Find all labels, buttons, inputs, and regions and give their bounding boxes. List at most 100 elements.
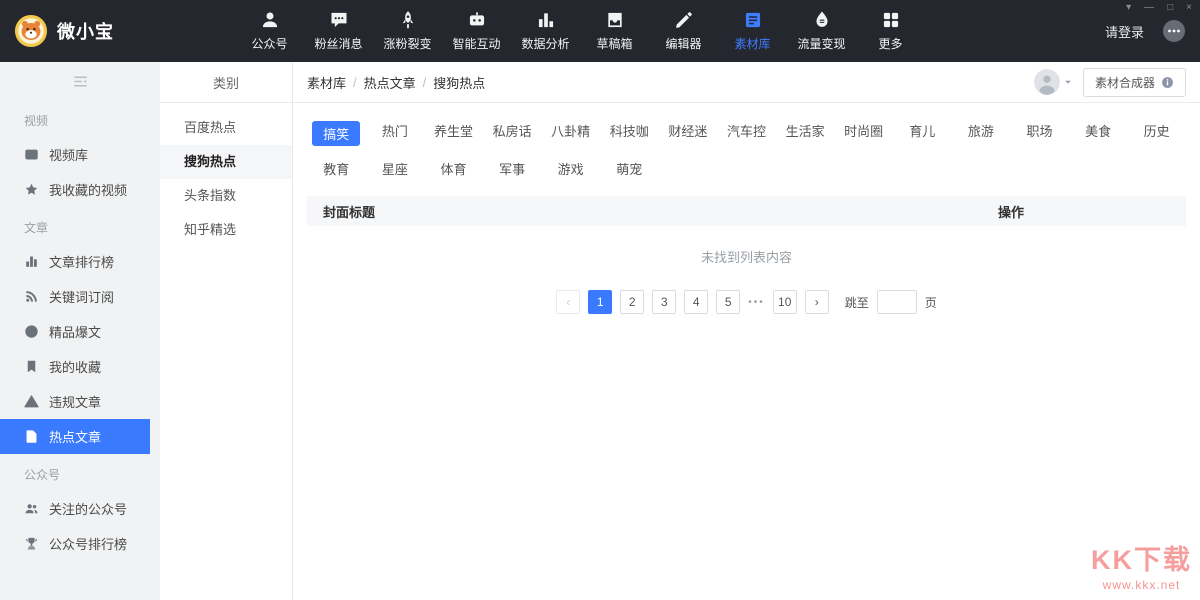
tag-item[interactable]: 星座	[382, 159, 408, 178]
window-menu-icon[interactable]: ▾	[1126, 2, 1131, 14]
page-button-10[interactable]: 10	[773, 290, 797, 314]
category-item-zhihu-picks[interactable]: 知乎精选	[160, 213, 292, 247]
tag-item[interactable]: 热门	[382, 121, 408, 146]
topbar: 微小宝 公众号 粉丝消息 涨粉裂变 智能互动 数据分析 草稿箱 编辑器	[0, 0, 1200, 62]
material-composer-button[interactable]: 素材合成器	[1083, 68, 1186, 97]
sidebar-item-followed-accounts[interactable]: 关注的公众号	[0, 491, 160, 526]
sidebar-section-accounts: 公众号	[0, 454, 160, 491]
tag-item[interactable]: 军事	[499, 159, 525, 178]
bar-chart-icon	[536, 10, 556, 30]
workspace: 视频 视频库 我收藏的视频 文章 文章排行榜 关键词订阅 精品爆文 我的收藏	[0, 62, 1200, 600]
tag-item[interactable]: 职场	[1026, 121, 1052, 146]
login-link[interactable]: 请登录	[1105, 22, 1144, 41]
sidebar-item-violation-articles[interactable]: 违规文章	[0, 384, 160, 419]
minimize-icon[interactable]: —	[1144, 2, 1154, 14]
topnav-item-fan-messages[interactable]: 粉丝消息	[304, 10, 373, 52]
breadcrumb: 素材库 / 热点文章 / 搜狗热点	[307, 73, 485, 92]
top-nav: 公众号 粉丝消息 涨粉裂变 智能互动 数据分析 草稿箱 编辑器 素材库	[235, 10, 925, 52]
topnav-item-monetization[interactable]: 流量变现	[787, 10, 856, 52]
pagination: ‹ 1 2 3 4 5 ••• 10 › 跳至 页	[307, 290, 1186, 314]
tag-item[interactable]: 美食	[1085, 121, 1111, 146]
tag-item[interactable]: 萌宠	[616, 159, 642, 178]
window-controls: ▾ — □ ×	[1126, 2, 1192, 14]
category-panel-title: 类别	[160, 62, 292, 103]
coin-drop-icon	[812, 10, 832, 30]
category-panel: 类别 百度热点 搜狗热点 头条指数 知乎精选	[160, 62, 293, 600]
tag-item[interactable]: 旅游	[968, 121, 994, 146]
maximize-icon[interactable]: □	[1167, 2, 1173, 14]
tag-item[interactable]: 财经迷	[668, 121, 707, 146]
topnav-item-fan-growth[interactable]: 涨粉裂变	[373, 10, 442, 52]
category-item-baidu-hot[interactable]: 百度热点	[160, 111, 292, 145]
topnav-item-data-analysis[interactable]: 数据分析	[511, 10, 580, 52]
bookmark-icon	[24, 359, 39, 374]
tag-item[interactable]: 八卦精	[551, 121, 590, 146]
tag-item[interactable]: 生活家	[786, 121, 825, 146]
trophy-icon	[24, 536, 39, 551]
jump-to-label: 跳至	[845, 294, 869, 311]
sidebar-item-article-ranking[interactable]: 文章排行榜	[0, 244, 160, 279]
jump-page-input[interactable]	[877, 290, 917, 314]
sidebar-item-keyword-subscription[interactable]: 关键词订阅	[0, 279, 160, 314]
next-page-icon[interactable]: ›	[805, 290, 829, 314]
close-icon[interactable]: ×	[1186, 2, 1192, 14]
tag-filter: 搞笑 热门 养生堂 私房话 八卦精 科技咖 财经迷 汽车控 生活家 时尚圈 育儿…	[307, 121, 1186, 178]
tag-item[interactable]: 游戏	[558, 159, 584, 178]
page-button-2[interactable]: 2	[620, 290, 644, 314]
sidebar-item-favorite-videos[interactable]: 我收藏的视频	[0, 172, 160, 207]
topnav-item-smart-interaction[interactable]: 智能互动	[442, 10, 511, 52]
main-content: 素材库 / 热点文章 / 搜狗热点 素材合成器 搞笑 热门	[293, 62, 1200, 600]
sidebar-item-featured-articles[interactable]: 精品爆文	[0, 314, 160, 349]
topnav-item-material-library[interactable]: 素材库	[718, 10, 787, 52]
category-item-sogou-hot[interactable]: 搜狗热点	[160, 145, 292, 179]
app-logo-icon	[14, 14, 48, 48]
tag-item[interactable]: 科技咖	[610, 121, 649, 146]
sidebar-collapse-icon[interactable]	[72, 73, 89, 90]
topnav-item-drafts[interactable]: 草稿箱	[580, 10, 649, 52]
sidebar-item-video-library[interactable]: 视频库	[0, 137, 160, 172]
page-button-1[interactable]: 1	[588, 290, 612, 314]
prev-page-icon[interactable]: ‹	[556, 290, 580, 314]
tag-item[interactable]: 体育	[440, 159, 466, 178]
tag-item[interactable]: 育儿	[909, 121, 935, 146]
person-icon	[260, 10, 280, 30]
avatar-icon	[1034, 69, 1060, 95]
rocket-icon	[398, 10, 418, 30]
info-circle-icon	[1161, 76, 1174, 89]
main-header: 素材库 / 热点文章 / 搜狗热点 素材合成器	[293, 62, 1200, 103]
sidebar-item-hot-articles[interactable]: 热点文章	[0, 419, 150, 454]
sidebar-item-my-favorites[interactable]: 我的收藏	[0, 349, 160, 384]
app-title: 微小宝	[57, 18, 114, 44]
tag-item[interactable]: 搞笑	[312, 121, 360, 146]
pencil-icon	[674, 10, 694, 30]
column-action: 操作	[998, 202, 1024, 221]
breadcrumb-sogou-hot: 搜狗热点	[433, 73, 485, 92]
library-icon	[743, 10, 763, 30]
tag-item[interactable]: 私房话	[493, 121, 532, 146]
sidebar-section-video: 视频	[0, 100, 160, 137]
brand: 微小宝	[14, 14, 235, 48]
star-icon	[24, 182, 39, 197]
topnav-item-editor[interactable]: 编辑器	[649, 10, 718, 52]
ranking-icon	[24, 254, 39, 269]
sidebar-item-account-ranking[interactable]: 公众号排行榜	[0, 526, 160, 561]
tag-item[interactable]: 教育	[323, 159, 349, 178]
content-area: 搞笑 热门 养生堂 私房话 八卦精 科技咖 财经迷 汽车控 生活家 时尚圈 育儿…	[293, 103, 1200, 600]
breadcrumb-hot-articles[interactable]: 热点文章	[364, 73, 416, 92]
topnav-item-official-account[interactable]: 公众号	[235, 10, 304, 52]
user-avatar-dropdown[interactable]	[1034, 69, 1073, 95]
sidebar-section-articles: 文章	[0, 207, 160, 244]
category-item-toutiao-index[interactable]: 头条指数	[160, 179, 292, 213]
page-button-3[interactable]: 3	[652, 290, 676, 314]
document-icon	[24, 429, 39, 444]
tag-item[interactable]: 历史	[1144, 121, 1170, 146]
topbar-right: 请登录	[1105, 19, 1186, 43]
breadcrumb-material-library[interactable]: 素材库	[307, 73, 346, 92]
message-bubble-icon[interactable]	[1162, 19, 1186, 43]
tag-item[interactable]: 时尚圈	[844, 121, 883, 146]
page-button-5[interactable]: 5	[716, 290, 740, 314]
tag-item[interactable]: 汽车控	[727, 121, 766, 146]
tag-item[interactable]: 养生堂	[434, 121, 473, 146]
topnav-item-more[interactable]: 更多	[856, 10, 925, 52]
page-button-4[interactable]: 4	[684, 290, 708, 314]
